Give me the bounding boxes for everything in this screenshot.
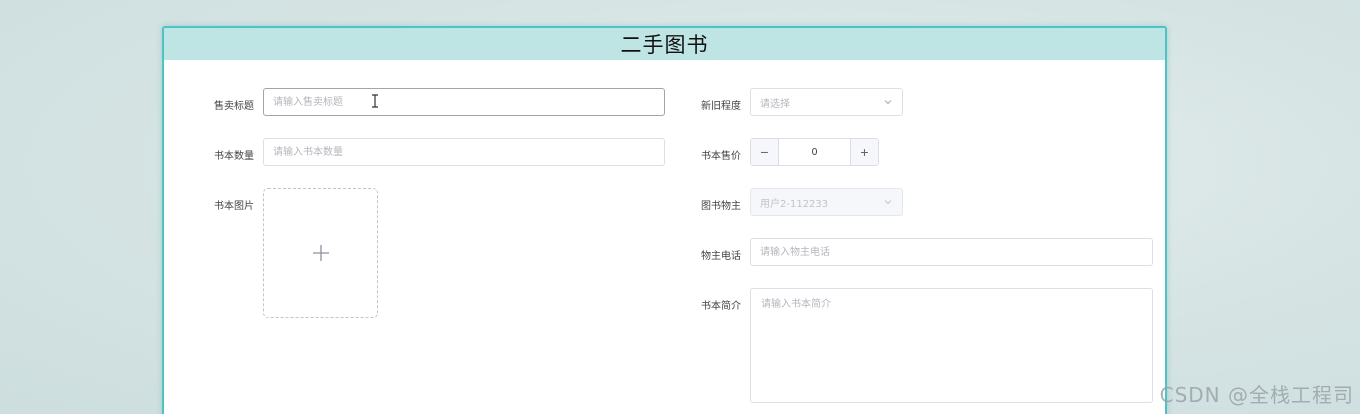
watermark: CSDN @全栈工程司 <box>1159 383 1354 407</box>
increase-button[interactable]: + <box>850 139 878 165</box>
condition-label: 新旧程度 <box>701 101 741 112</box>
owner-label: 图书物主 <box>701 201 741 212</box>
intro-textarea[interactable]: 请输入书本简介 <box>750 288 1153 403</box>
price-label: 书本售价 <box>701 151 741 162</box>
owner-value: 用户2-112233 <box>760 198 829 210</box>
card-header: 二手图书 <box>164 28 1165 60</box>
phone-label: 物主电话 <box>701 251 741 262</box>
title-label: 售卖标题 <box>214 101 254 112</box>
condition-select[interactable]: 请选择 <box>750 88 903 116</box>
condition-placeholder: 请选择 <box>760 98 790 110</box>
chevron-down-icon <box>884 100 892 105</box>
text-cursor-icon <box>372 94 378 108</box>
price-stepper[interactable]: − 0 + <box>750 138 879 166</box>
quantity-input[interactable] <box>263 138 665 166</box>
image-upload[interactable] <box>263 188 378 318</box>
intro-label: 书本简介 <box>701 301 741 312</box>
page-title: 二手图书 <box>620 33 709 57</box>
intro-placeholder: 请输入书本简介 <box>761 299 831 310</box>
quantity-label: 书本数量 <box>214 151 254 162</box>
image-label: 书本图片 <box>214 201 254 212</box>
price-value[interactable]: 0 <box>779 139 850 165</box>
form-card: 二手图书 售卖标题 书本数量 书本图片 新旧程度 请选择 书本售价 − 0 + … <box>162 26 1167 414</box>
owner-select: 用户2-112233 <box>750 188 903 216</box>
decrease-button[interactable]: − <box>751 139 779 165</box>
plus-icon <box>312 245 329 261</box>
phone-input[interactable] <box>750 238 1153 266</box>
chevron-down-icon <box>884 200 892 205</box>
title-input[interactable] <box>263 88 665 116</box>
